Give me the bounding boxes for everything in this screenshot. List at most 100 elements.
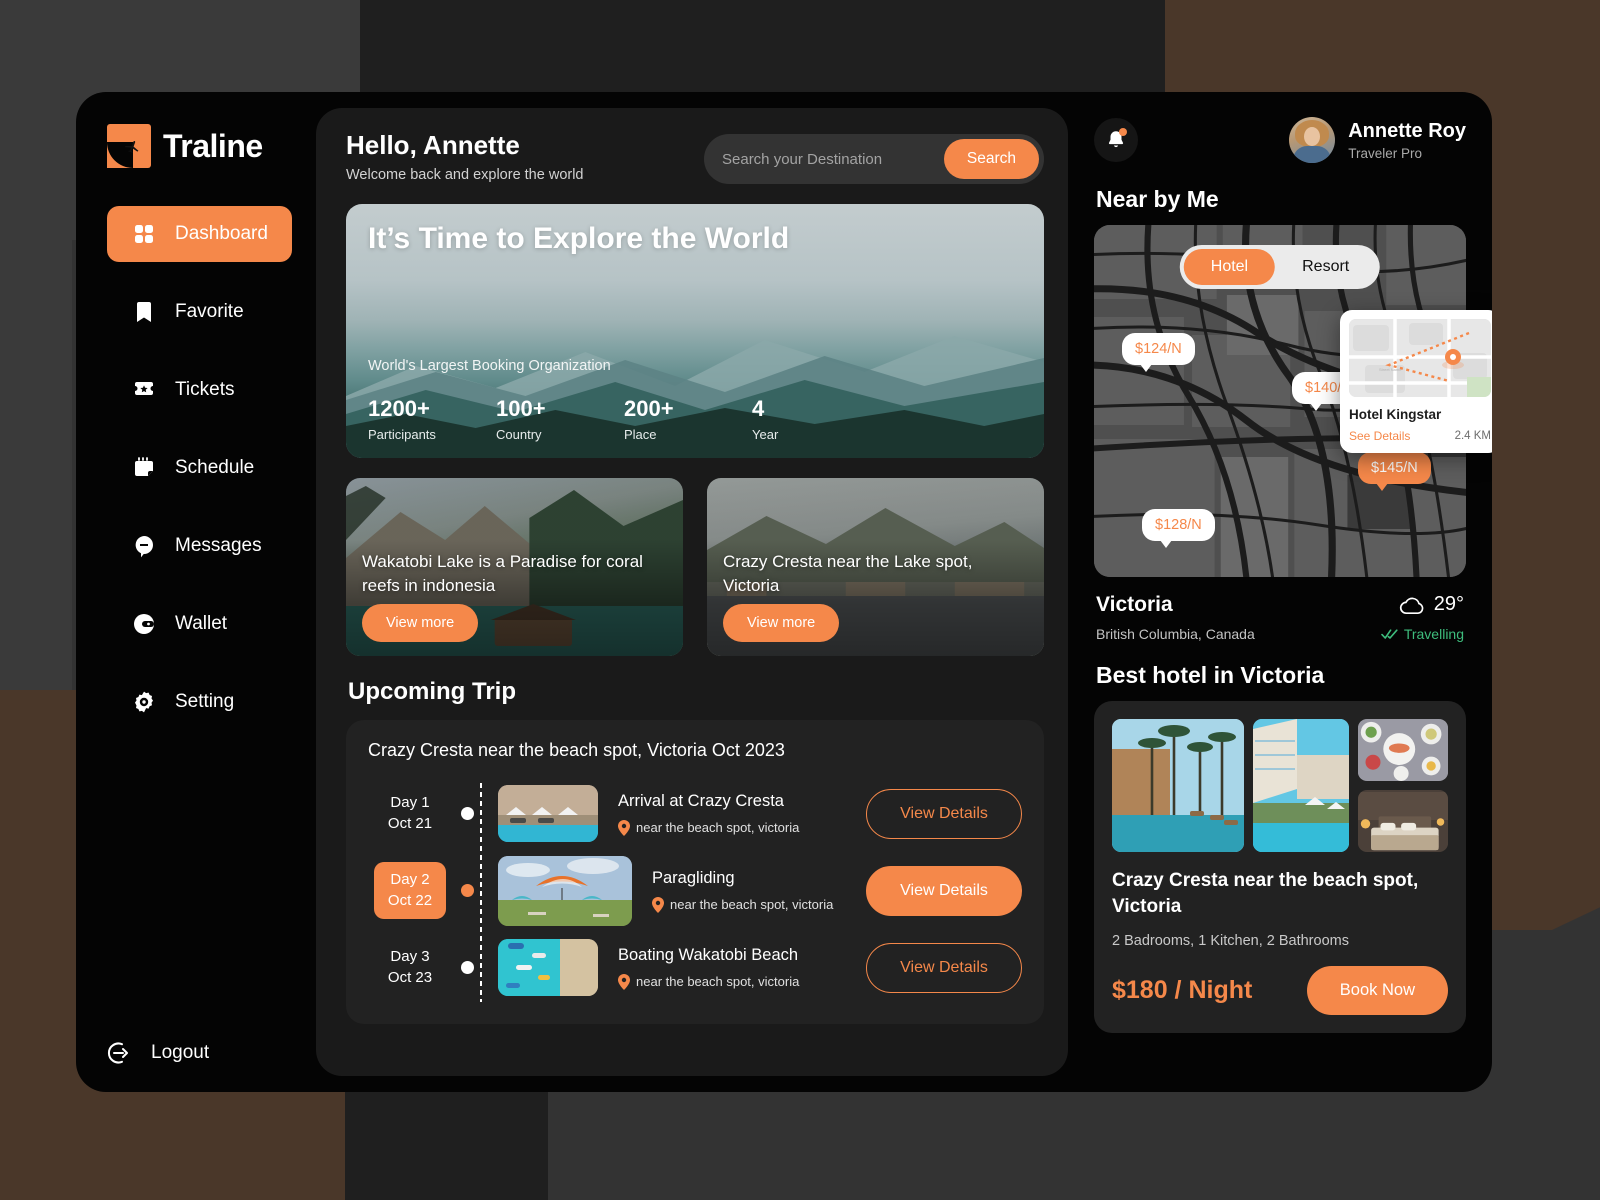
trip-thumbnail-boating[interactable] bbox=[498, 939, 598, 996]
hotel-mini-map: Street Name bbox=[1349, 319, 1491, 397]
view-details-button[interactable]: View Details bbox=[866, 942, 1022, 993]
hero-banner[interactable]: It’s Time to Explore the World World's L… bbox=[346, 204, 1044, 458]
right-panel-topbar: Annette Roy Traveler Pro bbox=[1094, 114, 1466, 166]
mini-map-art: Street Name bbox=[1349, 319, 1491, 397]
wallet-icon bbox=[131, 611, 157, 637]
hotel-popup-footer: See Details 2.4 KM bbox=[1349, 429, 1491, 443]
upcoming-trip-card: Crazy Cresta near the beach spot, Victor… bbox=[346, 720, 1044, 1024]
sidebar-item-favorite[interactable]: Favorite bbox=[107, 284, 292, 340]
location-pin-icon bbox=[618, 819, 630, 836]
gallery-image-pool-palms[interactable] bbox=[1112, 719, 1244, 852]
brand-logo[interactable]: Traline bbox=[76, 120, 316, 172]
map-price-pin-active[interactable]: $145/N bbox=[1358, 452, 1431, 491]
hotel-popup-card[interactable]: Street Name Hotel Kingstar See Details 2… bbox=[1340, 310, 1492, 453]
stat-label: Participants bbox=[368, 427, 436, 442]
sidebar-item-tickets[interactable]: Tickets bbox=[107, 362, 292, 418]
hero-title: It’s Time to Explore the World bbox=[368, 222, 790, 255]
brand-name: Traline bbox=[163, 127, 263, 164]
location-name: Victoria bbox=[1096, 593, 1173, 616]
sidebar-item-label: Messages bbox=[175, 535, 262, 556]
trip-day-pill: Day 3 Oct 23 bbox=[374, 939, 446, 996]
trip-day: Day 3 bbox=[390, 947, 430, 965]
destination-cards: Wakatobi Lake is a Paradise for coral re… bbox=[346, 478, 1044, 656]
timeline-dot bbox=[460, 961, 474, 974]
svg-text:Street Name: Street Name bbox=[1379, 367, 1402, 372]
hero-subtitle: World's Largest Booking Organization bbox=[368, 358, 611, 374]
page-subtitle: Welcome back and explore the world bbox=[346, 167, 584, 183]
destination-card-crazy-cresta[interactable]: Crazy Cresta near the Lake spot, Victori… bbox=[707, 478, 1044, 656]
greeting-block: Hello, Annette Welcome back and explore … bbox=[346, 130, 584, 183]
search-input[interactable] bbox=[722, 150, 944, 168]
timeline-rail bbox=[454, 961, 480, 974]
trip-info: Paragliding near the beach spot, victori… bbox=[652, 869, 866, 913]
backdrop-dark-strip bbox=[0, 240, 72, 690]
trip-day-cell: Day 2 Oct 22 bbox=[366, 861, 454, 920]
search-button[interactable]: Search bbox=[943, 139, 1039, 179]
stat-item: 4 Year bbox=[752, 396, 880, 442]
trip-date: Oct 21 bbox=[387, 814, 433, 832]
bookmark-icon bbox=[131, 299, 157, 325]
tab-resort[interactable]: Resort bbox=[1275, 249, 1376, 285]
main-content: Hello, Annette Welcome back and explore … bbox=[316, 108, 1068, 1076]
timeline-rail bbox=[454, 884, 480, 897]
upcoming-trip-heading: Upcoming Trip bbox=[348, 678, 516, 705]
stat-value: 4 bbox=[752, 396, 765, 421]
logout-button[interactable]: Logout bbox=[107, 1040, 209, 1066]
sidebar-item-wallet[interactable]: Wallet bbox=[107, 596, 292, 652]
thumbnail-art bbox=[498, 855, 632, 926]
destination-title: Crazy Cresta near the Lake spot, Victori… bbox=[723, 552, 973, 596]
trip-row: Day 1 Oct 21 Arrival at Crazy Cresta nea… bbox=[366, 775, 1022, 852]
gallery-column bbox=[1358, 719, 1448, 852]
notification-button[interactable] bbox=[1094, 118, 1138, 162]
gallery-image-resort[interactable] bbox=[1253, 719, 1349, 852]
trip-thumbnail-paragliding[interactable] bbox=[498, 855, 632, 926]
map-price-pin[interactable]: $124/N bbox=[1122, 333, 1195, 372]
sidebar-item-messages[interactable]: Messages bbox=[107, 518, 292, 574]
sidebar-item-setting[interactable]: Setting bbox=[107, 674, 292, 730]
backdrop-dark-bottom bbox=[548, 1090, 1600, 1200]
see-details-link[interactable]: See Details bbox=[1349, 429, 1410, 443]
nearby-heading: Near by Me bbox=[1096, 186, 1219, 212]
power-icon bbox=[107, 1040, 133, 1066]
view-details-button[interactable]: View Details bbox=[866, 865, 1022, 916]
content-topbar: Hello, Annette Welcome back and explore … bbox=[346, 130, 1044, 184]
tab-hotel[interactable]: Hotel bbox=[1183, 249, 1276, 285]
app-window: Traline Dashboard Favorite Tickets Sched… bbox=[76, 92, 1492, 1092]
view-more-button[interactable]: View more bbox=[723, 604, 840, 642]
sidebar-item-label: Dashboard bbox=[175, 223, 268, 244]
sidebar-item-dashboard[interactable]: Dashboard bbox=[107, 206, 292, 262]
sidebar-item-schedule[interactable]: Schedule bbox=[107, 440, 292, 496]
trip-thumbnail-pool[interactable] bbox=[498, 785, 598, 842]
gear-icon bbox=[131, 689, 157, 715]
map-price-pin[interactable]: $128/N bbox=[1142, 509, 1215, 548]
trip-day: Day 1 bbox=[390, 793, 430, 811]
best-hotel-title: Crazy Cresta near the beach spot, Victor… bbox=[1112, 870, 1419, 918]
trip-activity-name: Boating Wakatobi Beach bbox=[618, 945, 799, 964]
trip-timeline: Day 1 Oct 21 Arrival at Crazy Cresta nea… bbox=[366, 775, 1022, 1006]
timeline-rail bbox=[454, 807, 480, 820]
gallery-image-bedroom[interactable] bbox=[1358, 790, 1448, 852]
trip-title: Crazy Cresta near the beach spot, Victor… bbox=[368, 740, 785, 760]
double-check-icon bbox=[1381, 629, 1398, 639]
book-now-button[interactable]: Book Now bbox=[1306, 966, 1448, 1016]
trip-location: near the beach spot, victoria bbox=[636, 820, 800, 835]
trip-day-cell: Day 1 Oct 21 bbox=[366, 785, 454, 842]
cloud-icon bbox=[1399, 597, 1424, 614]
user-profile[interactable]: Annette Roy Traveler Pro bbox=[1289, 117, 1466, 163]
trip-day: Day 2 bbox=[390, 870, 430, 888]
gallery-art bbox=[1358, 791, 1448, 851]
right-panel: Annette Roy Traveler Pro Near by Me Hote… bbox=[1068, 92, 1492, 1092]
logout-label: Logout bbox=[151, 1042, 210, 1063]
notification-badge bbox=[1119, 128, 1127, 136]
trip-location-row: near the beach spot, victoria bbox=[618, 973, 866, 990]
trip-day-cell: Day 3 Oct 23 bbox=[366, 939, 454, 996]
travel-status-label: Travelling bbox=[1403, 626, 1464, 642]
destination-card-wakatobi[interactable]: Wakatobi Lake is a Paradise for coral re… bbox=[346, 478, 683, 656]
location-region: British Columbia, Canada bbox=[1096, 626, 1255, 642]
view-details-button[interactable]: View Details bbox=[866, 788, 1022, 839]
stat-item: 100+ Country bbox=[496, 396, 624, 442]
location-pin-icon bbox=[652, 896, 664, 913]
stat-value: 1200+ bbox=[368, 396, 430, 421]
gallery-image-food[interactable] bbox=[1358, 719, 1448, 781]
view-more-button[interactable]: View more bbox=[362, 604, 479, 642]
